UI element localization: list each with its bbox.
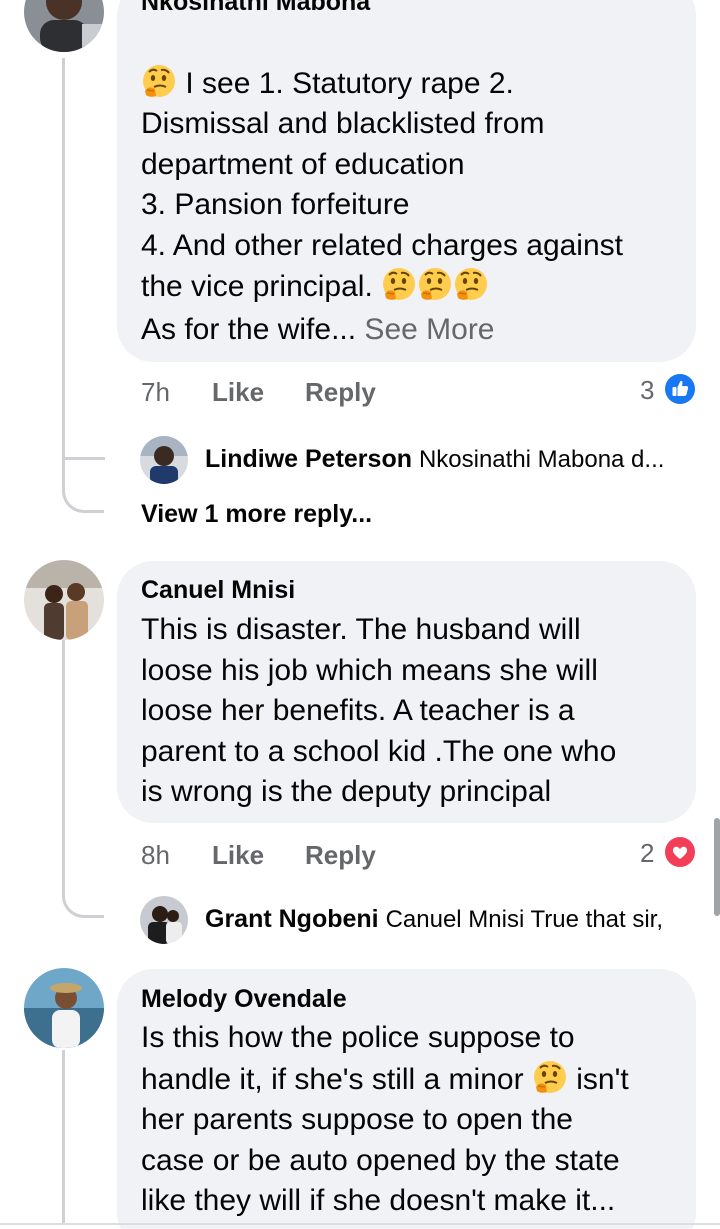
- reply-author[interactable]: Grant Ngobeni: [205, 905, 379, 933]
- comment-author[interactable]: Melody Ovendale: [141, 985, 347, 1014]
- reply-text: Nkosinathi Mabona d...: [418, 446, 665, 473]
- comment-timestamp[interactable]: 7h: [141, 377, 170, 408]
- thinking-face-emoji: [453, 266, 489, 302]
- divider: [0, 1223, 720, 1225]
- reply-avatar[interactable]: [140, 436, 188, 484]
- avatar[interactable]: [24, 560, 104, 640]
- see-more-link[interactable]: See More: [356, 313, 494, 346]
- reply-connector: [62, 410, 104, 460]
- reply-preview[interactable]: Lindiwe Peterson Nkosinathi Mabona d...: [205, 445, 664, 474]
- reply-connector: [62, 470, 104, 513]
- reply-author[interactable]: Lindiwe Peterson: [205, 445, 412, 473]
- reaction-count[interactable]: 2: [640, 838, 654, 869]
- view-more-replies-link[interactable]: View 1 more reply...: [141, 500, 372, 529]
- avatar[interactable]: [24, 0, 104, 52]
- avatar[interactable]: [24, 968, 104, 1048]
- love-icon[interactable]: [665, 837, 695, 867]
- comment-text: Is this how the police suppose to handle…: [141, 1021, 629, 1217]
- thinking-face-emoji: [417, 266, 453, 302]
- thread-line: [62, 640, 65, 890]
- scrollbar[interactable]: [714, 818, 720, 916]
- comment-text-continued: As for the wife... See More: [141, 313, 495, 346]
- reply-button[interactable]: Reply: [305, 377, 376, 408]
- like-button[interactable]: Like: [212, 840, 264, 871]
- thinking-face-emoji: [532, 1059, 568, 1095]
- comment-author[interactable]: Canuel Mnisi: [141, 576, 295, 605]
- reply-avatar[interactable]: [140, 896, 188, 944]
- like-button[interactable]: Like: [212, 377, 264, 408]
- comment-author[interactable]: Nkosinathi Mabona: [141, 0, 370, 17]
- reaction-count[interactable]: 3: [640, 375, 654, 406]
- thinking-face-emoji: [141, 63, 177, 99]
- like-icon[interactable]: [665, 374, 695, 404]
- reply-connector: [65, 457, 105, 460]
- comment-text: I see 1. Statutory rape 2. Dismissal and…: [141, 22, 686, 308]
- reply-connector: [62, 875, 104, 918]
- thread-line: [62, 1050, 65, 1225]
- reply-text: Canuel Mnisi True that sir,: [385, 906, 664, 933]
- comment-text: This is disaster. The husband will loose…: [141, 613, 617, 808]
- thinking-face-emoji: [381, 266, 417, 302]
- comment-timestamp[interactable]: 8h: [141, 840, 170, 871]
- reply-button[interactable]: Reply: [305, 840, 376, 871]
- reply-preview[interactable]: Grant Ngobeni Canuel Mnisi True that sir…: [205, 905, 663, 934]
